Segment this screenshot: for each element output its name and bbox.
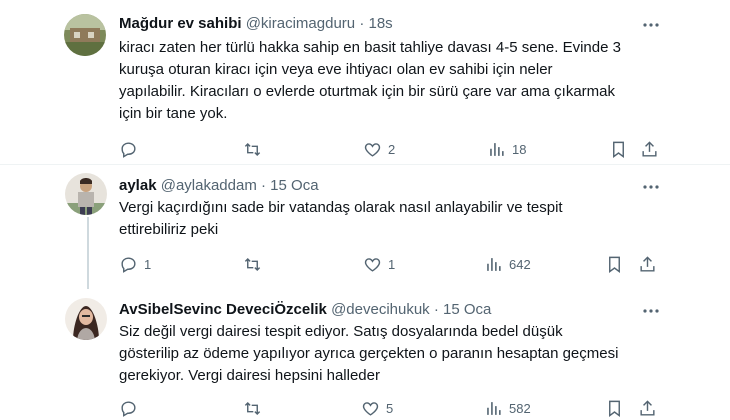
tweet-text-line: kiracı zaten her türlü hakka sahip en ba… xyxy=(119,39,621,56)
like-button[interactable]: 5 xyxy=(361,398,393,418)
tweet-text-line: gerekiyor. Vergi dairesi hepsini hallede… xyxy=(119,367,380,384)
action-bar: 5 582 xyxy=(0,398,730,418)
like-count: 2 xyxy=(388,141,396,157)
share-icon xyxy=(642,140,657,157)
retweet-button[interactable] xyxy=(243,139,268,159)
views-count: 642 xyxy=(509,256,531,272)
bookmark-button[interactable] xyxy=(609,139,628,159)
views-chart-icon xyxy=(487,257,501,271)
more-options-icon[interactable] xyxy=(641,301,661,321)
like-count: 1 xyxy=(388,256,396,272)
views-count: 582 xyxy=(509,400,531,416)
share-icon xyxy=(640,399,655,416)
views-button[interactable]: 642 xyxy=(484,254,531,274)
tweet[interactable]: aylak @aylakaddam · 15 Oca Vergi kaçırdı… xyxy=(0,165,730,290)
more-options-icon[interactable] xyxy=(641,177,661,197)
retweet-icon xyxy=(244,257,261,271)
views-count: 18 xyxy=(512,141,527,157)
action-bar: 2 18 xyxy=(0,139,730,159)
reply-icon xyxy=(121,256,136,273)
separator: · xyxy=(261,177,266,194)
like-button[interactable]: 2 xyxy=(363,139,395,159)
avatar[interactable] xyxy=(65,173,107,215)
tweet-text-line: Siz değil vergi dairesi tespit ediyor. S… xyxy=(119,323,563,340)
tweet-text-line: gösterilip az ödeme yapılıyor ayrıca ger… xyxy=(119,345,619,362)
tweet-text-line: için bir tane yok. xyxy=(119,105,228,122)
share-button[interactable] xyxy=(638,398,657,418)
reply-button[interactable] xyxy=(119,139,144,159)
retweet-icon xyxy=(244,142,261,156)
retweet-button[interactable] xyxy=(243,254,268,274)
reply-count: 1 xyxy=(144,256,152,272)
views-button[interactable]: 18 xyxy=(487,139,526,159)
tweet-text: Vergi kaçırdığını sade bir vatandaş olar… xyxy=(119,197,719,241)
tweet-header: Mağdur ev sahibi @kiracimagduru · 18s xyxy=(119,15,393,33)
tweet-text-line: yapılabilir. Kiracıları o evlerde oturtm… xyxy=(119,83,616,100)
heart-icon xyxy=(364,257,381,272)
tweet-header: AvSibelSevinc DeveciÖzcelik @devecihukuk… xyxy=(119,301,491,319)
avatar[interactable] xyxy=(65,298,107,340)
views-chart-icon xyxy=(487,401,501,415)
tweet-text: kiracı zaten her türlü hakka sahip en ba… xyxy=(119,37,719,125)
reply-button[interactable]: 1 xyxy=(119,254,151,274)
timestamp[interactable]: 15 Oca xyxy=(443,301,491,318)
like-count: 5 xyxy=(386,400,394,416)
share-button[interactable] xyxy=(640,139,659,159)
views-button[interactable]: 582 xyxy=(484,398,531,418)
reply-button[interactable] xyxy=(119,398,144,418)
like-button[interactable]: 1 xyxy=(363,254,395,274)
tweet-text-line: ettirebiliriz peki xyxy=(119,221,219,238)
timestamp[interactable]: 15 Oca xyxy=(270,177,318,194)
action-bar: 1 1 642 xyxy=(0,254,730,274)
views-chart-icon xyxy=(490,142,504,156)
bookmark-icon xyxy=(609,256,620,273)
reply-icon xyxy=(121,141,136,158)
tweet[interactable]: Mağdur ev sahibi @kiracimagduru · 18s ki… xyxy=(0,0,730,165)
retweet-icon xyxy=(244,401,261,415)
handle[interactable]: @devecihukuk xyxy=(331,301,430,318)
tweet[interactable]: AvSibelSevinc DeveciÖzcelik @devecihukuk… xyxy=(0,290,730,420)
bookmark-icon xyxy=(609,400,620,417)
heart-icon xyxy=(364,142,381,157)
retweet-button[interactable] xyxy=(243,398,268,418)
handle[interactable]: @kiracimagduru xyxy=(246,15,355,32)
tweet-text: Siz değil vergi dairesi tespit ediyor. S… xyxy=(119,321,719,387)
handle[interactable]: @aylakaddam xyxy=(161,177,257,194)
avatar[interactable] xyxy=(64,14,106,56)
timestamp[interactable]: 18s xyxy=(368,15,392,32)
separator: · xyxy=(433,301,439,318)
separator: · xyxy=(359,15,365,32)
heart-icon xyxy=(362,401,379,416)
bookmark-button[interactable] xyxy=(605,398,624,418)
display-name[interactable]: Mağdur ev sahibi xyxy=(119,15,242,32)
display-name[interactable]: AvSibelSevinc DeveciÖzcelik xyxy=(119,301,327,318)
share-icon xyxy=(640,255,655,272)
tweet-text-line: Vergi kaçırdığını sade bir vatandaş olar… xyxy=(119,199,563,216)
share-button[interactable] xyxy=(638,254,657,274)
bookmark-icon xyxy=(613,141,624,158)
tweet-text-line: kuruşa oturan kiracı için veya eve ihtiy… xyxy=(119,61,553,78)
more-options-icon[interactable] xyxy=(641,15,661,35)
bookmark-button[interactable] xyxy=(605,254,624,274)
display-name[interactable]: aylak xyxy=(119,177,157,194)
tweet-header: aylak @aylakaddam · 15 Oca xyxy=(119,177,319,195)
thread-line xyxy=(87,217,89,289)
reply-icon xyxy=(121,400,136,417)
